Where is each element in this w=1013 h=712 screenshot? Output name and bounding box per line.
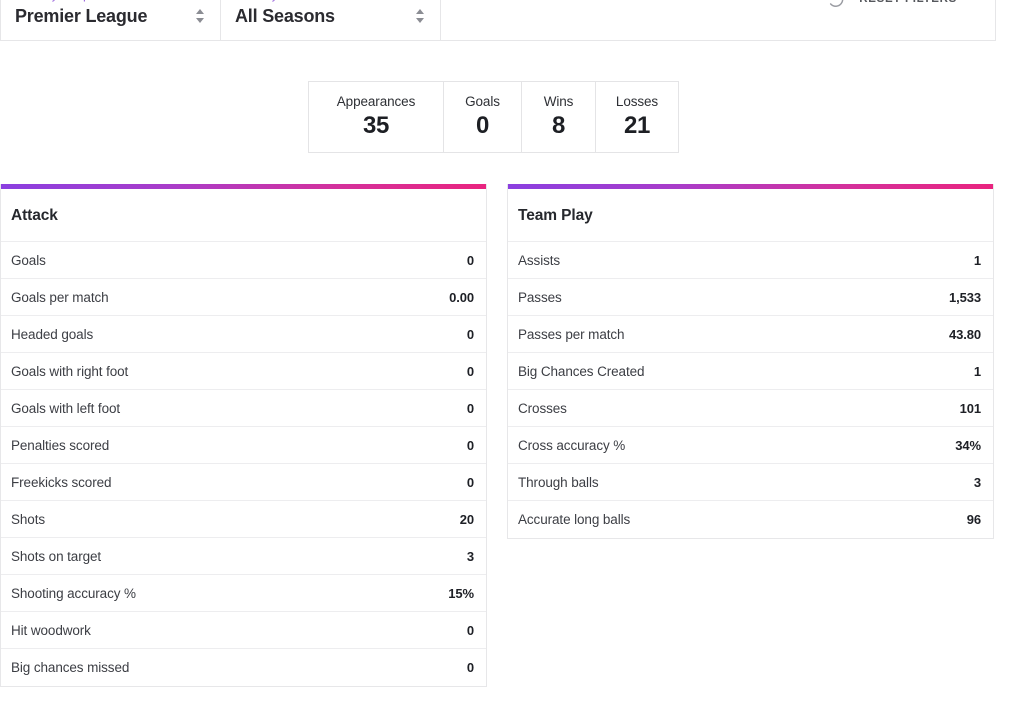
stat-row-label: Freekicks scored (11, 475, 111, 490)
summary-label: Appearances (337, 94, 415, 109)
stat-row-label: Through balls (518, 475, 599, 490)
stat-row-value: 0 (467, 623, 474, 638)
stat-row-value: 15% (448, 586, 474, 601)
stat-row: Goals per match 0.00 (1, 279, 486, 316)
stat-row-label: Accurate long balls (518, 512, 630, 527)
stat-row-label: Goals per match (11, 290, 109, 305)
summary-value: 35 (363, 112, 389, 140)
reset-filters-button[interactable]: RESET FILTERS (825, 0, 981, 26)
stat-row: Freekicks scored 0 (1, 464, 486, 501)
stat-row: Goals with right foot 0 (1, 353, 486, 390)
season-filter-value: All Seasons (235, 6, 426, 26)
stat-row-list: Assists 1 Passes 1,533 Passes per match 43.80… (508, 242, 993, 538)
stat-row-label: Goals with right foot (11, 364, 128, 379)
stat-row: Hit woodwork 0 (1, 612, 486, 649)
stat-row-value: 0 (467, 475, 474, 490)
stat-row-label: Goals with left foot (11, 401, 120, 416)
summary-value: 8 (552, 112, 565, 140)
stat-row-label: Goals (11, 253, 46, 268)
stat-row: Passes per match 43.80 (508, 316, 993, 353)
stat-row-label: Big chances missed (11, 660, 129, 675)
stat-row-value: 96 (967, 512, 981, 527)
stat-row: Passes 1,533 (508, 279, 993, 316)
stat-row: Goals 0 (1, 242, 486, 279)
competition-filter-value: Premier League (15, 6, 206, 26)
reset-filters-label: RESET FILTERS (859, 0, 957, 5)
stat-row: Crosses 101 (508, 390, 993, 427)
card-title: Team Play (508, 189, 993, 242)
stat-row-value: 1 (974, 253, 981, 268)
stat-row-value: 0 (467, 401, 474, 416)
stat-row-value: 1,533 (949, 290, 981, 305)
stat-row-label: Shots (11, 512, 45, 527)
stat-row-label: Crosses (518, 401, 567, 416)
summary-item-appearances: Appearances 35 (309, 82, 444, 152)
stat-row-value: 20 (460, 512, 474, 527)
stat-row-value: 3 (974, 475, 981, 490)
stat-row-label: Hit woodwork (11, 623, 91, 638)
stat-row-label: Passes (518, 290, 562, 305)
player-stats-page: Filter by competition Premier League Fil… (0, 0, 1013, 712)
stat-row-value: 0 (467, 364, 474, 379)
stat-card-team-play: Team Play Assists 1 Passes 1,533 Passes per … (507, 184, 994, 539)
stat-row: Cross accuracy % 34% (508, 427, 993, 464)
stat-row-label: Cross accuracy % (518, 438, 625, 453)
stat-row: Big Chances Created 1 (508, 353, 993, 390)
summary-value: 21 (624, 112, 650, 140)
stat-row-label: Assists (518, 253, 560, 268)
stat-row-label: Shots on target (11, 549, 101, 564)
stat-row: Headed goals 0 (1, 316, 486, 353)
stat-row-label: Shooting accuracy % (11, 586, 136, 601)
stat-row-value: 0 (467, 438, 474, 453)
card-title: Attack (1, 189, 486, 242)
stat-row: Through balls 3 (508, 464, 993, 501)
stat-row-label: Headed goals (11, 327, 93, 342)
summary-label: Losses (616, 94, 658, 109)
stat-row-value: 101 (960, 401, 981, 416)
stat-row-value: 1 (974, 364, 981, 379)
competition-filter[interactable]: Filter by competition Premier League (1, 0, 221, 40)
stat-row: Shots 20 (1, 501, 486, 538)
summary-stats: Appearances 35 Goals 0 Wins 8 Losses 21 (308, 81, 679, 153)
stat-row: Penalties scored 0 (1, 427, 486, 464)
stat-row-value: 43.80 (949, 327, 981, 342)
filter-bar: Filter by competition Premier League Fil… (0, 0, 996, 41)
stat-row-list: Goals0Goals per match0.00Headed goals0Go… (1, 242, 486, 686)
stat-row-value: 3 (467, 549, 474, 564)
summary-label: Goals (465, 94, 500, 109)
stat-card-attack: Attack Goals 0 Goals per match 0.00 Headed g… (0, 184, 487, 687)
stat-row-value: 0 (467, 327, 474, 342)
stat-row: Shots on target 3 (1, 538, 486, 575)
stat-cards: Attack Goals 0 Goals per match 0.00 Headed g… (0, 184, 1013, 687)
summary-item-goals: Goals 0 (444, 82, 522, 152)
summary-label: Wins (544, 94, 574, 109)
season-filter-caption: Filter by season (235, 0, 426, 2)
chevron-updown-icon[interactable] (414, 8, 426, 24)
summary-item-losses: Losses 21 (596, 82, 678, 152)
season-filter[interactable]: Filter by season All Seasons (221, 0, 441, 40)
summary-value: 0 (476, 112, 489, 140)
filter-bar-spacer: RESET FILTERS (441, 0, 995, 40)
stat-row-value: 34% (955, 438, 981, 453)
stat-row: Shooting accuracy % 15% (1, 575, 486, 612)
stat-row-label: Passes per match (518, 327, 624, 342)
chevron-updown-icon[interactable] (194, 8, 206, 24)
stat-row-value: 0 (467, 253, 474, 268)
reset-arrow-icon (825, 0, 847, 10)
stat-row-label: Penalties scored (11, 438, 109, 453)
stat-row-value: 0 (467, 660, 474, 675)
stat-row: Goals with left foot 0 (1, 390, 486, 427)
stat-row-label: Big Chances Created (518, 364, 644, 379)
competition-filter-caption: Filter by competition (15, 0, 206, 2)
stat-row: Accurate long balls 96 (508, 501, 993, 538)
stat-row-value: 0.00 (449, 290, 474, 305)
stat-row: Big chances missed 0 (1, 649, 486, 686)
summary-item-wins: Wins 8 (522, 82, 596, 152)
stat-row: Assists 1 (508, 242, 993, 279)
